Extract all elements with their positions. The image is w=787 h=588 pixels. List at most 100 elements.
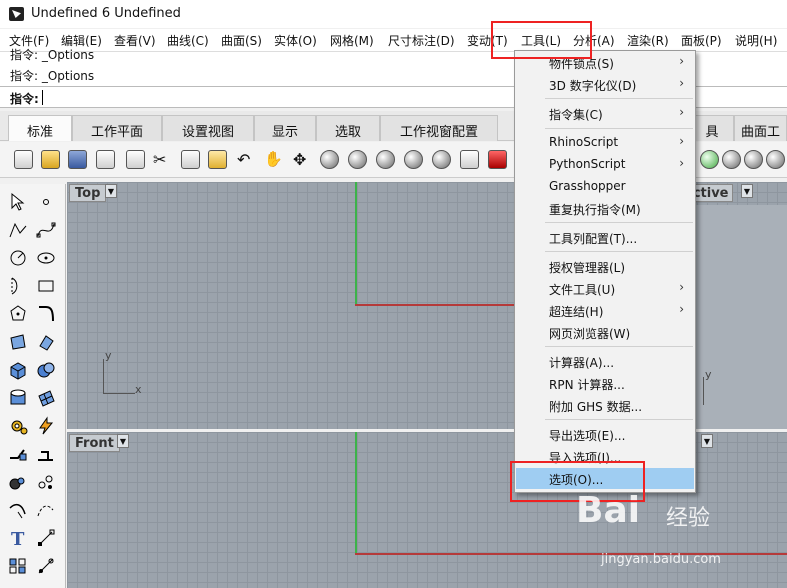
car-icon[interactable] — [488, 150, 507, 169]
zoom-all-icon[interactable] — [432, 150, 451, 169]
menu-item-web-browser[interactable]: 网页浏览器(W) — [516, 322, 694, 343]
sphere-boolean-icon[interactable] — [36, 360, 56, 380]
zoom-window-icon[interactable] — [348, 150, 367, 169]
print-icon[interactable] — [96, 150, 115, 169]
menu-item-file-utilities[interactable]: 文件工具(U) › — [516, 278, 694, 299]
xray-sphere-icon[interactable] — [766, 150, 785, 169]
open-folder-icon[interactable] — [41, 150, 60, 169]
extrude-surface-icon[interactable] — [36, 332, 56, 352]
menu-item-hyperlink[interactable]: 超连结(H) › — [516, 300, 694, 321]
menu-view[interactable]: 查看(V) — [114, 32, 156, 49]
cylinder-icon[interactable] — [8, 388, 28, 408]
menu-item-rhinoscript[interactable]: RhinoScript › — [516, 132, 694, 153]
menu-solid[interactable]: 实体(O) — [274, 32, 317, 49]
chevron-down-icon[interactable]: ▼ — [105, 184, 117, 198]
trim-icon[interactable] — [8, 500, 28, 520]
axis-indicator-x — [103, 393, 135, 394]
lightning-icon[interactable] — [36, 416, 56, 436]
rendered-sphere-icon[interactable] — [700, 150, 719, 169]
menu-item-rpn-calculator[interactable]: RPN 计算器... — [516, 373, 694, 394]
axis-x-label: x — [135, 383, 142, 396]
menu-separator — [545, 419, 693, 420]
axis-y-label: y — [705, 368, 712, 381]
mesh-icon[interactable] — [36, 388, 56, 408]
import-icon[interactable] — [126, 150, 145, 169]
copy-icon[interactable] — [181, 150, 200, 169]
layout-icon[interactable] — [8, 556, 28, 576]
zoom-icon[interactable] — [320, 150, 339, 169]
rotate-view-icon[interactable]: ✥ — [293, 150, 312, 169]
menu-item-export-options[interactable]: 导出选项(E)... — [516, 424, 694, 445]
tab-display[interactable]: 显示 — [254, 115, 316, 141]
annotation-box-tools-menu — [491, 21, 592, 59]
new-file-icon[interactable] — [14, 150, 33, 169]
tab-surface-tools[interactable]: 曲面工 — [734, 115, 787, 141]
tab-select[interactable]: 选取 — [316, 115, 380, 141]
top-viewport-label[interactable]: Top — [69, 184, 107, 202]
text-icon[interactable]: T — [8, 528, 28, 548]
save-icon[interactable] — [68, 150, 87, 169]
select-arrow-icon[interactable] — [8, 192, 28, 212]
zoom-selected-icon[interactable] — [404, 150, 423, 169]
rectangle-icon[interactable] — [36, 276, 56, 296]
chevron-right-icon: › — [679, 302, 684, 316]
box-icon[interactable] — [8, 360, 28, 380]
four-viewports-icon[interactable] — [460, 150, 479, 169]
dimension-icon[interactable] — [8, 444, 28, 464]
tab-viewport-layout[interactable]: 工作视窗配置 — [380, 115, 498, 141]
command-history-line: 指令: _Options — [10, 48, 95, 62]
scatter-points-icon[interactable] — [36, 472, 56, 492]
baidu-jingyan-watermark: Bai 经验 jingyan.baidu.com — [576, 490, 776, 570]
cut-icon[interactable]: ✂ — [153, 150, 172, 169]
leader-icon[interactable] — [36, 528, 56, 548]
pan-hand-icon[interactable]: ✋ — [264, 150, 283, 169]
chevron-down-icon[interactable]: ▼ — [701, 434, 713, 448]
tab-cplanes[interactable]: 工作平面 — [72, 115, 162, 141]
ghosted-sphere-icon[interactable] — [744, 150, 763, 169]
menu-item-calculator[interactable]: 计算器(A)... — [516, 351, 694, 372]
menu-item-license-manager[interactable]: 授权管理器(L) — [516, 256, 694, 277]
menu-item-grasshopper[interactable]: Grasshopper — [516, 176, 694, 197]
curve-icon[interactable] — [36, 220, 56, 240]
watermark-logo-text: Bai — [576, 490, 641, 531]
snap-icon[interactable] — [36, 556, 56, 576]
chevron-right-icon: › — [679, 76, 684, 90]
arc-icon[interactable] — [8, 276, 28, 296]
menu-mesh[interactable]: 网格(M) — [330, 32, 374, 49]
tab-set-view[interactable]: 设置视图 — [162, 115, 254, 141]
undo-icon[interactable]: ↶ — [237, 150, 256, 169]
tab-tools-partial[interactable]: 具 — [690, 115, 734, 141]
shaded-sphere-icon[interactable] — [722, 150, 741, 169]
menu-dimension[interactable]: 尺寸标注(D) — [388, 32, 455, 49]
menu-item-3d-digitizer[interactable]: 3D 数字化仪(D) › — [516, 74, 694, 95]
menu-help[interactable]: 说明(H) — [735, 32, 777, 49]
menu-item-attach-ghs-data[interactable]: 附加 GHS 数据... — [516, 395, 694, 416]
group-icon[interactable] — [8, 472, 28, 492]
split-icon[interactable] — [36, 500, 56, 520]
paste-icon[interactable] — [208, 150, 227, 169]
menu-panels[interactable]: 面板(P) — [681, 32, 722, 49]
front-viewport-label[interactable]: Front — [69, 434, 120, 452]
menu-item-toolbar-layout[interactable]: 工具列配置(T)... — [516, 227, 694, 248]
menu-surface[interactable]: 曲面(S) — [221, 32, 262, 49]
gear-transform-icon[interactable] — [8, 416, 28, 436]
polygon-icon[interactable] — [8, 304, 28, 324]
zoom-extents-icon[interactable] — [376, 150, 395, 169]
chevron-down-icon[interactable]: ▼ — [741, 184, 753, 198]
circle-icon[interactable] — [8, 248, 28, 268]
ellipse-icon[interactable] — [36, 248, 56, 268]
menu-item-repeat-command[interactable]: 重复执行指令(M) — [516, 198, 694, 219]
point-icon[interactable] — [36, 192, 56, 212]
fillet-curve-icon[interactable] — [36, 304, 56, 324]
array-icon[interactable] — [36, 444, 56, 464]
chevron-right-icon: › — [679, 280, 684, 294]
surface-points-icon[interactable] — [8, 332, 28, 352]
tab-standard[interactable]: 标准 — [8, 115, 72, 141]
polyline-icon[interactable] — [8, 220, 28, 240]
perspective-viewport[interactable]: y — [695, 205, 787, 429]
menu-render[interactable]: 渲染(R) — [627, 32, 669, 49]
menu-curve[interactable]: 曲线(C) — [167, 32, 209, 49]
chevron-down-icon[interactable]: ▼ — [117, 434, 129, 448]
menu-item-pythonscript[interactable]: PythonScript › — [516, 154, 694, 175]
menu-item-command-sets[interactable]: 指令集(C) › — [516, 103, 694, 124]
